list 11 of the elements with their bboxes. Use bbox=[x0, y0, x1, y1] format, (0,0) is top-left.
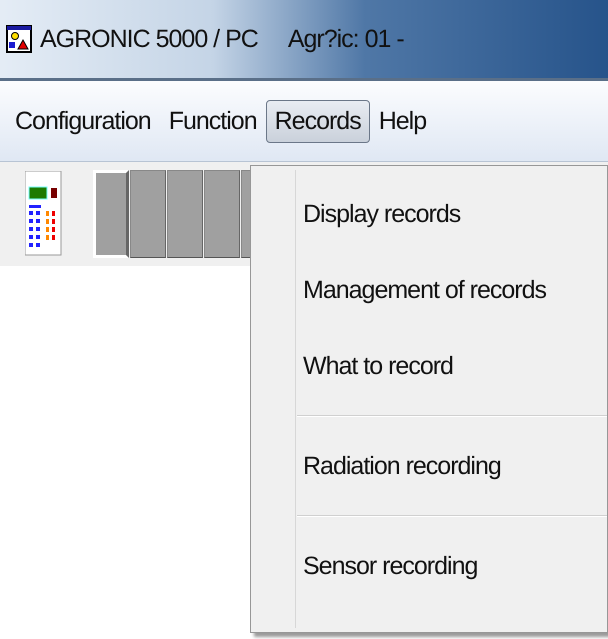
menu-entry[interactable]: Management of records bbox=[251, 252, 607, 328]
menu-entry[interactable]: What to record bbox=[251, 328, 607, 404]
menu-entry[interactable]: Display records bbox=[251, 176, 607, 252]
menu-item[interactable]: Function bbox=[160, 100, 266, 142]
menu-entry[interactable]: Sensor recording bbox=[251, 528, 607, 604]
window-subtitle: Agr?ic: 01 - bbox=[288, 24, 404, 54]
menu-item[interactable]: Help bbox=[370, 100, 436, 142]
menu-item[interactable]: Configuration bbox=[6, 100, 160, 142]
menu-entry[interactable]: Radiation recording bbox=[251, 428, 607, 504]
menu-item[interactable]: Records bbox=[266, 100, 370, 142]
window-title: AGRONIC 5000 / PC bbox=[40, 24, 258, 54]
